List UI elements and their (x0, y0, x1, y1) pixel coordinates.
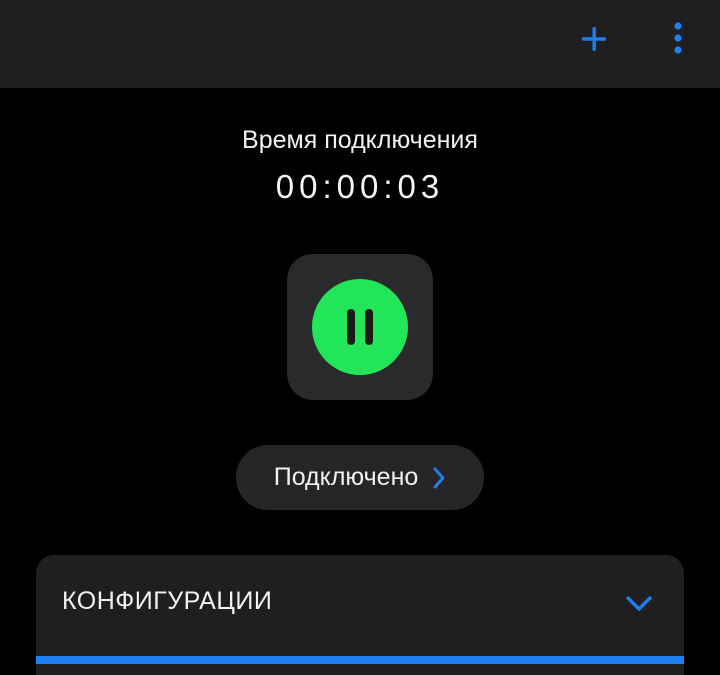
connection-toggle-button[interactable] (287, 254, 433, 400)
vertical-dots-icon (674, 22, 682, 54)
connection-status-button[interactable]: Подключено (236, 445, 484, 510)
connection-time-label: Время подключения (242, 126, 478, 154)
pause-icon (347, 309, 373, 345)
chevron-down-icon (626, 596, 652, 611)
add-button[interactable] (575, 20, 613, 58)
configurations-section[interactable]: КОНФИГУРАЦИИ (36, 555, 684, 675)
configurations-title: КОНФИГУРАЦИИ (62, 587, 273, 615)
chevron-right-icon (433, 467, 445, 488)
connection-time-value: 00:00:03 (275, 168, 445, 205)
configurations-expand-toggle[interactable] (624, 589, 654, 619)
plus-icon (582, 27, 606, 51)
connected-indicator (312, 279, 408, 375)
more-options-button[interactable] (660, 18, 696, 58)
top-app-bar (0, 0, 720, 88)
connection-status-label: Подключено (273, 463, 419, 491)
